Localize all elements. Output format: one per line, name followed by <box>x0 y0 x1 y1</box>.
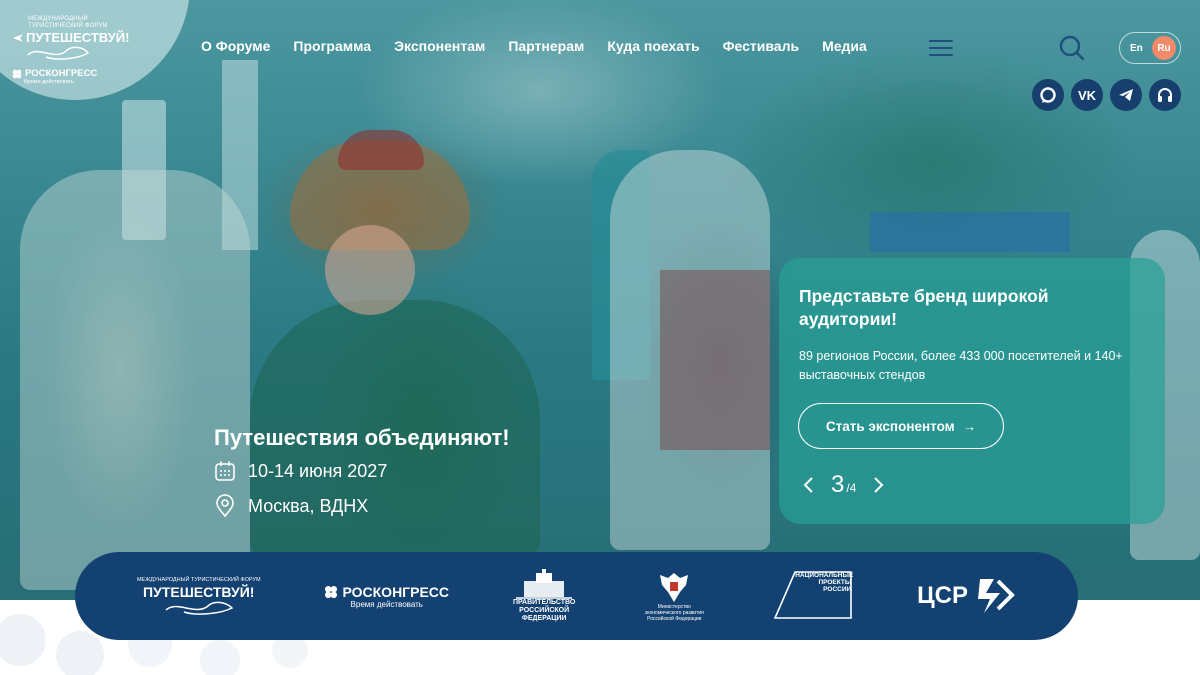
become-exhibitor-label: Стать экспонентом <box>825 418 955 434</box>
nav-item-partners[interactable]: Партнерам <box>508 38 584 54</box>
logo-org-name: РОСКОНГРЕСС <box>25 68 98 79</box>
accordion-shape <box>660 270 770 450</box>
slide-current: 3 <box>831 471 845 498</box>
social-links: VK <box>1032 79 1181 111</box>
partner-forum-small: Международный туристический форум <box>136 576 261 583</box>
logo-forum-name: ПУТЕШЕСТВУЙ! <box>26 30 130 45</box>
promo-text: 89 регионов России, более 433 000 посети… <box>799 349 1123 382</box>
location-pin-icon <box>216 494 234 518</box>
calendar-icon <box>215 461 235 481</box>
hero-title: Путешествия объединяют! <box>214 425 510 450</box>
partner-csr-name: ЦСР <box>917 582 969 609</box>
nav-item-about[interactable]: О Форуме <box>201 38 270 54</box>
headphones-icon[interactable] <box>1149 79 1181 111</box>
logo-forum-small-text: Международный туристический форум <box>28 16 108 29</box>
forum-swirl-icon <box>165 601 234 615</box>
partner-government-logo[interactable]: Правительство Российской Федерации <box>513 569 575 623</box>
hat-top-shape <box>338 130 424 170</box>
become-exhibitor-button[interactable]: Стать экспонентом → <box>798 403 1004 449</box>
forum-logo[interactable]: Международный туристический форум ПУТЕШЕ… <box>12 16 132 85</box>
partner-government-line2: Российской <box>519 607 570 614</box>
hero-date-text: 10-14 июня 2027 <box>248 460 388 481</box>
partner-ministry-logo[interactable]: Министерство экономического развития Рос… <box>639 570 709 622</box>
nav-item-festival[interactable]: Фестиваль <box>723 38 800 54</box>
partner-ministry-text: Министерство экономического развития Рос… <box>644 604 704 622</box>
hero-place: Москва, ВДНХ <box>214 494 368 518</box>
partner-national-projects-text: Национальные проекты России <box>795 572 854 593</box>
slider-pager: 3 /4 <box>801 471 886 499</box>
max-icon[interactable] <box>1032 79 1064 111</box>
partner-roscongress-logo[interactable]: РОСКОНГРЕСС Время действовать <box>324 584 449 609</box>
vk-label: VK <box>1077 87 1097 103</box>
lang-en-button[interactable]: En <box>1130 43 1143 54</box>
coat-of-arms-icon <box>660 573 689 602</box>
partner-government-line3: Федерации <box>521 615 567 622</box>
dancer-face-shape <box>325 225 415 315</box>
search-icon[interactable] <box>1058 34 1086 62</box>
nav-item-exhibitors[interactable]: Экспонентам <box>394 38 485 54</box>
hero-date: 10-14 июня 2027 <box>214 460 387 482</box>
partner-government-line1: Правительство <box>512 599 576 606</box>
partner-csr-logo[interactable]: ЦСР <box>917 575 1016 617</box>
partners-bar: Международный туристический форум ПУТЕШЕ… <box>75 552 1078 640</box>
next-slide-icon[interactable] <box>870 475 886 495</box>
main-nav: О Форуме Программа Экспонентам Партнерам… <box>201 38 867 54</box>
partner-roscongress-sub: Время действовать <box>350 599 423 609</box>
roscongress-flower-icon <box>325 585 338 598</box>
nav-item-media[interactable]: Медиа <box>822 38 867 54</box>
lang-ru-button[interactable]: Ru <box>1152 36 1176 60</box>
burger-menu-icon[interactable] <box>929 40 953 58</box>
hero-place-text: Москва, ВДНХ <box>248 495 369 516</box>
vk-icon[interactable]: VK <box>1071 79 1103 111</box>
partner-national-projects-logo[interactable]: Национальные проекты России <box>773 570 853 622</box>
dancer-left-shape <box>20 170 250 590</box>
prev-slide-icon[interactable] <box>801 475 817 495</box>
telegram-icon[interactable] <box>1110 79 1142 111</box>
background-banner-shape <box>870 212 1070 252</box>
partner-forum-name: ПУТЕШЕСТВУЙ! <box>143 583 255 600</box>
slide-total: /4 <box>846 481 857 495</box>
promo-title: Представьте бренд широкой аудитории! <box>799 286 1049 329</box>
logo-swirl-icon <box>27 46 90 60</box>
partner-roscongress-name: РОСКОНГРЕСС <box>342 583 450 600</box>
arrow-right-icon: → <box>962 418 977 434</box>
government-building-icon <box>516 569 573 599</box>
nav-item-program[interactable]: Программа <box>293 38 371 54</box>
partner-forum-logo[interactable]: Международный туристический форум ПУТЕШЕ… <box>137 577 261 616</box>
logo-org-sub: Время действовать <box>24 79 74 85</box>
promo-card: Представьте бренд широкой аудитории! 89 … <box>779 258 1165 524</box>
csr-arrow-mark-icon <box>978 579 1015 613</box>
language-switch: En Ru <box>1119 32 1181 64</box>
roscongress-flower-icon <box>12 69 22 78</box>
nav-item-where-to-go[interactable]: Куда поехать <box>607 38 699 54</box>
plane-icon <box>13 33 23 42</box>
